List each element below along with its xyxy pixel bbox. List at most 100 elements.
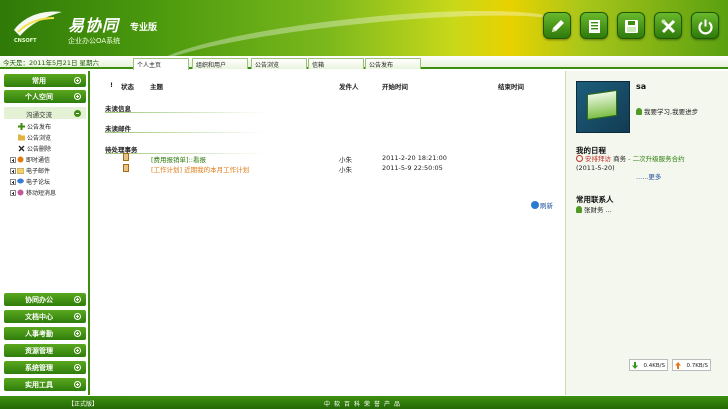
sidebar-category-resources[interactable]: 资源管理 bbox=[4, 344, 86, 357]
exit-button[interactable] bbox=[691, 12, 719, 39]
tools-button[interactable] bbox=[654, 12, 682, 39]
section-divider bbox=[105, 132, 265, 133]
sidebar-item-label: 即时通信 bbox=[26, 157, 51, 164]
user-panel: sa 我要学习,我要进步 我的日程 安排拜访 商务 - 二次升级服务合约 (20… bbox=[565, 71, 728, 395]
sidebar-item-label: 电子邮件 bbox=[26, 168, 51, 175]
column-subject: 主题 bbox=[150, 83, 163, 91]
tab-org-users[interactable]: 组织和用户 bbox=[192, 58, 248, 69]
more-link[interactable]: ......更多 bbox=[636, 171, 661, 181]
task-start-time: 2011-2-20 18:21:00 bbox=[382, 154, 447, 162]
nav-bar bbox=[0, 56, 728, 69]
sidebar-item-label: 电子论坛 bbox=[26, 179, 51, 186]
task-status-icon bbox=[123, 164, 129, 172]
tab-personal-home[interactable]: 个人主页 bbox=[133, 58, 189, 70]
sidebar-item-instant-messaging[interactable]: 即时通信 bbox=[10, 155, 50, 164]
sidebar-category-label: 常用 bbox=[32, 77, 46, 85]
forum-icon bbox=[17, 178, 24, 184]
task-subject-link[interactable]: [费用报销单]::看报 bbox=[151, 154, 206, 164]
sidebar-category-communication[interactable]: 沟通交流 bbox=[4, 107, 86, 119]
task-sender: 小朱 bbox=[339, 166, 352, 174]
message-icon bbox=[17, 156, 24, 163]
upload-speed: 0.7KB/S bbox=[672, 359, 711, 371]
save-button[interactable] bbox=[617, 12, 645, 39]
logo-caption: CNSOFT bbox=[14, 38, 37, 44]
sidebar-item-announce-delete[interactable]: 公告删除 bbox=[18, 144, 51, 153]
expand-icon bbox=[74, 296, 81, 303]
sidebar-item-sms[interactable]: 移动短消息 bbox=[10, 188, 56, 197]
download-speed-value: 0.4KB/S bbox=[643, 363, 665, 369]
task-subject-link[interactable]: [工作计划] 近期我的本月工作计划 bbox=[151, 164, 249, 174]
folder-icon bbox=[18, 134, 25, 141]
sidebar-item-email[interactable]: 电子邮件 bbox=[10, 166, 50, 175]
section-divider bbox=[105, 112, 265, 113]
sidebar-category-label: 沟通交流 bbox=[26, 111, 52, 119]
tree-expand-icon[interactable] bbox=[10, 157, 16, 163]
tab-announcement-browse[interactable]: 公告浏览 bbox=[251, 58, 307, 69]
refresh-label: 刷新 bbox=[540, 202, 553, 210]
sidebar-category-label: 资源管理 bbox=[25, 347, 53, 355]
upload-speed-value: 0.7KB/S bbox=[686, 363, 708, 369]
refresh-button[interactable]: 刷新 bbox=[531, 200, 553, 210]
expand-icon bbox=[74, 364, 81, 371]
tree-expand-icon[interactable] bbox=[10, 168, 16, 174]
sidebar-item-label: 公告删除 bbox=[27, 146, 52, 153]
sidebar-item-announce-browse[interactable]: 公告浏览 bbox=[18, 133, 51, 142]
sidebar-category-common[interactable]: 常用 bbox=[4, 74, 86, 87]
header-swoosh-decoration bbox=[148, 0, 572, 56]
save-icon bbox=[625, 20, 638, 33]
sidebar-category-hr-attendance[interactable]: 人事考勤 bbox=[4, 327, 86, 340]
sidebar-category-label: 协同办公 bbox=[25, 296, 53, 304]
sms-icon bbox=[17, 189, 24, 196]
expand-icon bbox=[74, 381, 81, 388]
sidebar-category-tools[interactable]: 实用工具 bbox=[4, 378, 86, 391]
brand-name: 易协同 bbox=[68, 16, 120, 35]
avatar[interactable] bbox=[576, 81, 630, 133]
column-status: 状态 bbox=[121, 83, 134, 91]
person-icon bbox=[576, 206, 582, 213]
footer: 【正式版】 中软百科荣誉产品 bbox=[0, 396, 728, 409]
main-content: ! 状态 主题 发件人 开始时间 结束时间 未读信息 未读邮件 待处理事务 [费… bbox=[93, 71, 565, 395]
sidebar-category-personal-space[interactable]: 个人空间 bbox=[4, 90, 86, 103]
collapse-icon bbox=[74, 110, 81, 117]
schedule-who: 商务 bbox=[613, 155, 627, 163]
expand-icon bbox=[74, 330, 81, 337]
sidebar-item-label: 移动短消息 bbox=[26, 190, 57, 197]
tab-mailbox[interactable]: 信箱 bbox=[308, 58, 364, 69]
sidebar-item-announce-publish[interactable]: 公告发布 bbox=[18, 122, 51, 131]
column-flag: ! bbox=[110, 81, 113, 89]
document-list-button[interactable] bbox=[580, 12, 608, 39]
schedule-date: (2011-5-20) bbox=[576, 164, 615, 172]
schedule-dash: - bbox=[628, 155, 631, 163]
column-start-time: 开始时间 bbox=[382, 83, 408, 91]
tools-icon bbox=[661, 19, 676, 34]
sidebar-category-collaboration[interactable]: 协同办公 bbox=[4, 293, 86, 306]
edit-button[interactable] bbox=[543, 12, 571, 39]
refresh-icon bbox=[531, 201, 539, 209]
expand-icon bbox=[74, 313, 81, 320]
sidebar-category-label: 系统管理 bbox=[25, 364, 53, 372]
schedule-task: 二次升级服务合约 bbox=[632, 155, 685, 163]
tree-expand-icon[interactable] bbox=[10, 190, 16, 196]
sidebar-item-label: 公告发布 bbox=[27, 124, 52, 131]
edition-label: 专业版 bbox=[130, 23, 158, 33]
user-motto-text: 我要学习,我要进步 bbox=[644, 108, 699, 116]
column-sender: 发件人 bbox=[339, 83, 359, 91]
app-header: CNSOFT 易协同 专业版 企业办公OA系统 bbox=[0, 0, 728, 56]
delete-icon bbox=[18, 145, 25, 152]
brand-subtitle: 企业办公OA系统 bbox=[68, 37, 121, 45]
power-icon bbox=[698, 19, 713, 35]
schedule-label: 安排拜访 bbox=[585, 155, 611, 163]
sidebar-category-system[interactable]: 系统管理 bbox=[4, 361, 86, 374]
contact-item[interactable]: 张财务 ... bbox=[576, 204, 612, 214]
tab-announcement-publish[interactable]: 公告发布 bbox=[365, 58, 421, 69]
sidebar-item-forum[interactable]: 电子论坛 bbox=[10, 177, 50, 186]
sidebar-category-label: 实用工具 bbox=[25, 381, 53, 389]
user-motto: 我要学习,我要进步 bbox=[636, 106, 698, 116]
task-sender: 小朱 bbox=[339, 156, 352, 164]
tree-expand-icon[interactable] bbox=[10, 179, 16, 185]
product-box-image bbox=[587, 89, 617, 121]
person-icon bbox=[636, 108, 642, 115]
sidebar-category-label: 人事考勤 bbox=[25, 330, 53, 338]
sidebar-category-documents[interactable]: 文档中心 bbox=[4, 310, 86, 323]
expand-icon bbox=[74, 77, 81, 84]
